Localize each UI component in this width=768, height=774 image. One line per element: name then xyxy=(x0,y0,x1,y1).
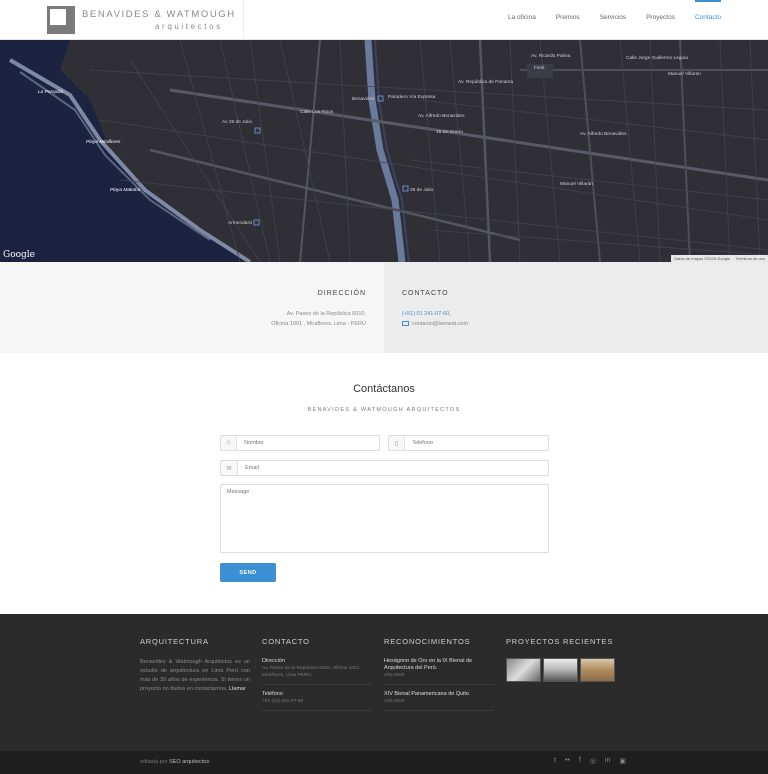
user-icon: ☺ xyxy=(221,436,238,450)
map-streets xyxy=(0,40,768,262)
name-input[interactable] xyxy=(237,440,379,446)
footer-address: Dirección Av. Paseo de la República 6010… xyxy=(262,658,372,685)
map-label: Manuel Villarán xyxy=(560,182,593,187)
contact-panel: CONTACTO (+51) 01 241-07-60, contacto@be… xyxy=(384,262,768,353)
project-thumbnail[interactable] xyxy=(506,658,541,682)
address-title: DIRECCIÓN xyxy=(317,290,366,297)
footer-projects-title: PROYECTOS RECIENTES xyxy=(506,637,614,646)
nav-servicios[interactable]: Servicios xyxy=(600,14,626,21)
footer-contact: CONTACTO Dirección Av. Paseo de la Repúb… xyxy=(262,637,372,717)
footer-phone-label: Teléfono xyxy=(262,691,283,697)
map-attribution: Datos de mapas ©2015 Google Términos de … xyxy=(671,255,768,262)
address-line-1: Av. Paseo de la República 6010, xyxy=(286,311,366,317)
map-label: Av 28 de Julio xyxy=(222,120,253,125)
google-logo[interactable]: Google xyxy=(3,250,35,260)
map-label: 15 De Enero xyxy=(436,130,463,135)
project-thumbnail[interactable] xyxy=(543,658,578,682)
project-thumbnails xyxy=(506,658,626,682)
map-label: Benavides xyxy=(352,97,375,102)
footer-call-link[interactable]: Llamar xyxy=(229,686,246,692)
site-header: BENAVIDES & WATMOUGH arquitectos La ofic… xyxy=(0,0,768,40)
phone-input[interactable] xyxy=(405,440,548,446)
map-label: Av. Alfredo Benavides xyxy=(580,132,627,137)
address-text: Av. Paseo de la República 6010, Oficina … xyxy=(271,309,366,329)
award-year: Año 2000 xyxy=(384,673,405,678)
map-label: Armendariz xyxy=(228,221,253,226)
email-field: ✉ xyxy=(220,460,549,476)
twitter-icon[interactable]: t xyxy=(554,757,556,765)
map-label: Av. República de Panamá xyxy=(458,80,514,85)
map-terms-link[interactable]: Términos de uso xyxy=(735,256,765,261)
map-label: Playa Makaha xyxy=(110,188,141,193)
nav-proyectos[interactable]: Proyectos xyxy=(646,14,675,21)
form-title: Contáctanos xyxy=(353,383,415,395)
footer-contact-title: CONTACTO xyxy=(262,637,310,646)
flickr-icon[interactable]: •• xyxy=(565,757,570,765)
send-button[interactable]: SEND xyxy=(220,563,276,582)
nav-premios[interactable]: Premios xyxy=(556,14,580,21)
mail-icon xyxy=(402,321,409,326)
map-label: 28 de Julio xyxy=(410,188,434,193)
award-title: Hexágono de Oro en la IX Bienal de Arqui… xyxy=(384,658,473,671)
footer-phone: Teléfono +51 (01) 241-07-60 xyxy=(262,691,372,711)
footer-address-label: Dirección xyxy=(262,658,285,664)
footer-bottom-bar: editada por SEO arquitectos t •• f ◎ in … xyxy=(0,751,768,774)
pinterest-icon[interactable]: ◎ xyxy=(590,757,596,765)
youtube-icon[interactable]: ▣ xyxy=(619,757,626,765)
footer-address-text: Av. Paseo de la República 6010, Oficina … xyxy=(262,666,360,678)
logo-mark-icon xyxy=(47,6,75,34)
map-label: Field xyxy=(534,66,545,71)
map-label: Playa Miraflores xyxy=(86,140,121,145)
map-data-credit: Datos de mapas ©2015 Google xyxy=(674,256,731,261)
main-nav: La oficina Premios Servicios Proyectos C… xyxy=(508,0,722,21)
map-label: Paradero Vía Expresa xyxy=(388,95,436,100)
map-label: Manuel Villaran xyxy=(668,72,701,77)
contact-title: CONTACTO xyxy=(402,290,449,297)
contact-email[interactable]: contacto@benwat.com xyxy=(412,321,468,327)
facebook-icon[interactable]: f xyxy=(579,757,581,765)
contact-phone[interactable]: (+51) 01 241-07-60, xyxy=(402,309,468,319)
credit-prefix: editada por xyxy=(140,759,168,765)
social-links: t •• f ◎ in ▣ xyxy=(554,757,626,765)
phone-field: ▯ xyxy=(388,435,549,451)
map-label: Calle Los Pinos xyxy=(300,110,334,115)
map-label: Av. Alfredo Benavides xyxy=(418,114,465,119)
award-title: XIV Bienal Panamericana de Quito xyxy=(384,691,469,697)
address-panel: DIRECCIÓN Av. Paseo de la República 6010… xyxy=(0,262,384,353)
award-item[interactable]: XIV Bienal Panamericana de Quito Año 200… xyxy=(384,691,494,711)
map-label: Av. Ricardo Palma xyxy=(531,54,571,59)
credit: editada por SEO arquitectos xyxy=(140,759,209,765)
site-footer: ARQUITECTURA Benavides & Watmough Arquit… xyxy=(0,614,768,751)
nav-la-oficina[interactable]: La oficina xyxy=(508,14,536,21)
footer-phone-text: +51 (01) 241-07-60 xyxy=(262,699,304,704)
credit-link[interactable]: SEO arquitectos xyxy=(169,759,209,765)
linkedin-icon[interactable]: in xyxy=(605,757,610,765)
contact-text: (+51) 01 241-07-60, contacto@benwat.com xyxy=(402,309,468,329)
logo[interactable]: BENAVIDES & WATMOUGH arquitectos xyxy=(47,6,247,34)
location-map[interactable]: Av. Ricardo Palma Field Calle Jorge Guil… xyxy=(0,40,768,262)
contact-info-band: DIRECCIÓN Av. Paseo de la República 6010… xyxy=(0,262,768,353)
logo-subtitle: arquitectos xyxy=(155,22,223,31)
logo-name: BENAVIDES & WATMOUGH xyxy=(82,9,236,20)
envelope-icon: ✉ xyxy=(221,461,239,475)
footer-awards: RECONOCIMIENTOS Hexágono de Oro en la IX… xyxy=(384,637,494,717)
email-input[interactable] xyxy=(238,465,548,471)
footer-awards-title: RECONOCIMIENTOS xyxy=(384,637,471,646)
header-divider xyxy=(243,0,244,40)
name-field: ☺ xyxy=(220,435,380,451)
award-item[interactable]: Hexágono de Oro en la IX Bienal de Arqui… xyxy=(384,658,494,685)
award-year: Año 2004 xyxy=(384,699,405,704)
message-textarea[interactable] xyxy=(220,484,549,553)
footer-about-text: Benavides & Watmough Arquitectos es un e… xyxy=(140,658,250,694)
footer-projects: PROYECTOS RECIENTES xyxy=(506,637,626,682)
form-subtitle: BENAVIDES & WATMOUGH ARQUITECTOS xyxy=(307,407,461,413)
project-thumbnail[interactable] xyxy=(580,658,615,682)
address-line-2: Oficina 1001 , Miraflores. Lima - PERÚ xyxy=(271,321,366,327)
nav-contacto[interactable]: Contacto xyxy=(694,0,722,21)
footer-about: ARQUITECTURA Benavides & Watmough Arquit… xyxy=(140,637,250,694)
footer-about-title: ARQUITECTURA xyxy=(140,637,209,646)
map-label: Calle Jorge Guillermo Leguia xyxy=(626,56,688,61)
phone-icon: ▯ xyxy=(389,436,406,450)
map-label: La Pampilla xyxy=(38,90,64,95)
